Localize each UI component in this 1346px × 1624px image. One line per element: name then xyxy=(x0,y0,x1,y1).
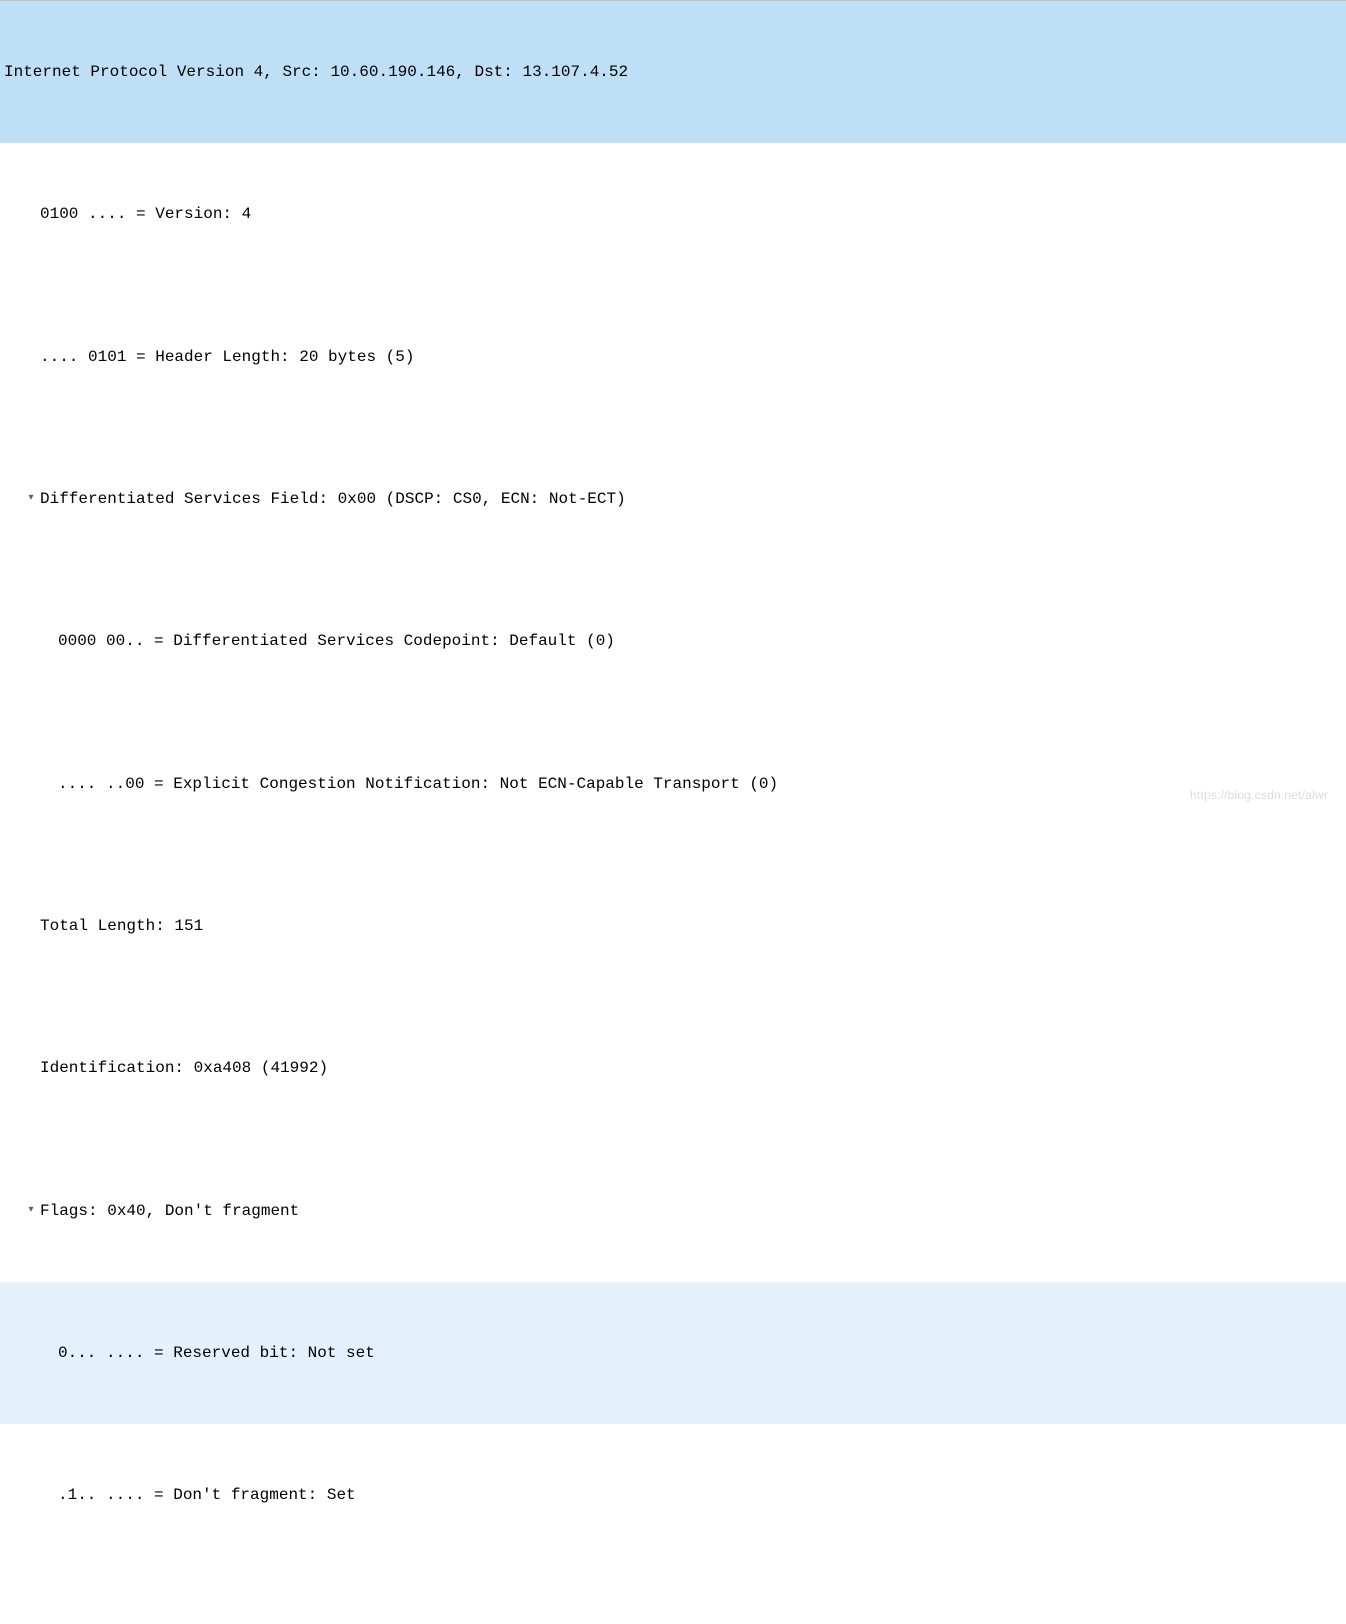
chevron-down-icon[interactable]: ▾ xyxy=(0,63,2,81)
chevron-down-icon[interactable]: ▾ xyxy=(24,1202,38,1220)
ipv4-header-length-row[interactable]: .... 0101 = Header Length: 20 bytes (5) xyxy=(0,286,1346,428)
ipv4-dsf-codepoint-text: 0000 00.. = Differentiated Services Code… xyxy=(58,627,615,655)
ipv4-version-text: 0100 .... = Version: 4 xyxy=(40,200,251,228)
ipv4-header-length-text: .... 0101 = Header Length: 20 bytes (5) xyxy=(40,343,414,371)
ipv4-dsf-text: Differentiated Services Field: 0x00 (DSC… xyxy=(40,485,626,513)
ipv4-total-length-text: Total Length: 151 xyxy=(40,912,203,940)
chevron-down-icon[interactable]: ▾ xyxy=(24,490,38,508)
ipv4-flag-mf-row[interactable]: ..0. .... = More fragments: Not set xyxy=(0,1567,1346,1624)
ipv4-flag-reserved-text: 0... .... = Reserved bit: Not set xyxy=(58,1339,375,1367)
ipv4-flag-df-text: .1.. .... = Don't fragment: Set xyxy=(58,1481,356,1509)
ipv4-header-row[interactable]: ▾ Internet Protocol Version 4, Src: 10.6… xyxy=(0,1,1346,143)
ipv4-total-length-row[interactable]: Total Length: 151 xyxy=(0,855,1346,997)
ipv4-version-row[interactable]: 0100 .... = Version: 4 xyxy=(0,143,1346,285)
ipv4-dsf-row[interactable]: ▾ Differentiated Services Field: 0x00 (D… xyxy=(0,428,1346,570)
ipv4-flags-row[interactable]: ▾ Flags: 0x40, Don't fragment xyxy=(0,1140,1346,1282)
ipv4-flag-df-row[interactable]: .1.. .... = Don't fragment: Set xyxy=(0,1424,1346,1566)
ipv4-dsf-ecn-text: .... ..00 = Explicit Congestion Notifica… xyxy=(58,770,778,798)
watermark-text: https://blog.csdn.net/alwr xyxy=(1190,785,1328,806)
ipv4-identification-row[interactable]: Identification: 0xa408 (41992) xyxy=(0,997,1346,1139)
ipv4-flags-text: Flags: 0x40, Don't fragment xyxy=(40,1197,299,1225)
ipv4-identification-text: Identification: 0xa408 (41992) xyxy=(40,1054,328,1082)
packet-details-panel: ▾ Internet Protocol Version 4, Src: 10.6… xyxy=(0,0,1346,1624)
ipv4-flag-reserved-row[interactable]: 0... .... = Reserved bit: Not set xyxy=(0,1282,1346,1424)
ipv4-dsf-ecn-row[interactable]: .... ..00 = Explicit Congestion Notifica… xyxy=(0,713,1346,855)
ipv4-header-text: Internet Protocol Version 4, Src: 10.60.… xyxy=(4,58,628,86)
ipv4-dsf-codepoint-row[interactable]: 0000 00.. = Differentiated Services Code… xyxy=(0,570,1346,712)
